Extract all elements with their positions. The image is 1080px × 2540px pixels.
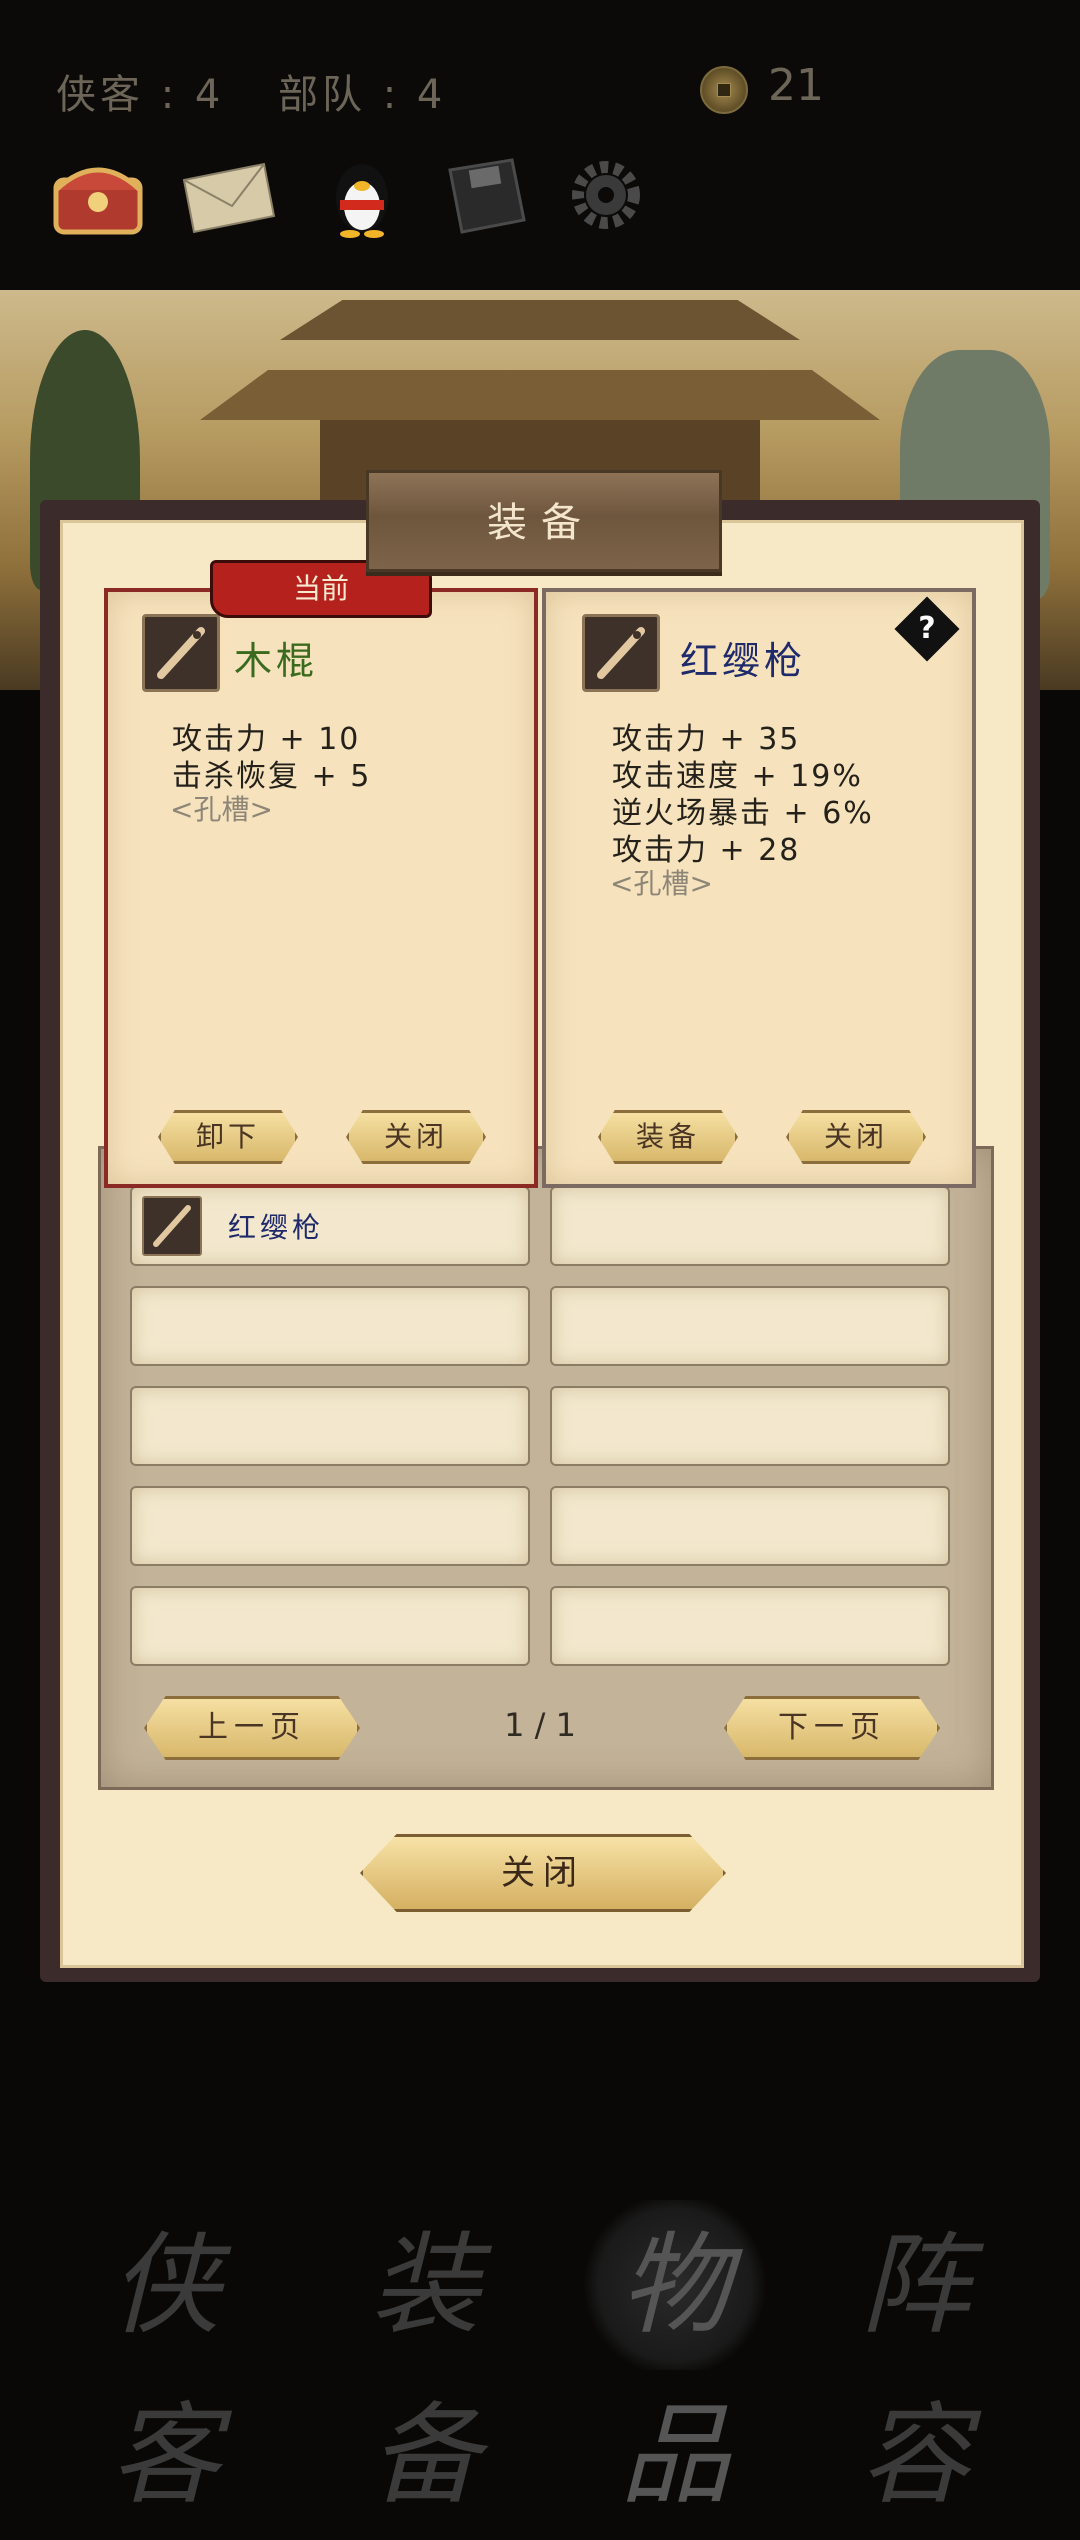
page-indicator: 1 / 1: [504, 1706, 576, 1744]
inventory-slot[interactable]: [550, 1586, 950, 1666]
inventory-slot[interactable]: [550, 1186, 950, 1266]
nav-heroes[interactable]: 侠客: [70, 2200, 260, 2519]
settings-gear-icon[interactable]: [556, 150, 656, 240]
nav-equipment[interactable]: 装备: [330, 2200, 520, 2519]
save-disk-icon[interactable]: [436, 150, 536, 240]
prev-page-button[interactable]: 上一页: [144, 1696, 360, 1760]
top-status-bar: [0, 0, 1080, 290]
spear-icon: [582, 614, 660, 692]
mail-icon[interactable]: [178, 150, 278, 240]
inventory-slot[interactable]: [550, 1386, 950, 1466]
coin-count: 21: [768, 60, 824, 111]
heroes-count: 侠客 : 4: [56, 72, 225, 118]
inventory-slot[interactable]: [550, 1286, 950, 1366]
current-item-name: 木棍: [234, 639, 319, 683]
selected-close-button[interactable]: 关闭: [786, 1110, 926, 1164]
inventory-slot[interactable]: [130, 1486, 530, 1566]
inventory-slot[interactable]: [130, 1586, 530, 1666]
nav-items[interactable]: 物品: [580, 2200, 770, 2519]
spear-icon: [142, 1196, 202, 1256]
troops-count: 部队 : 4: [278, 72, 447, 118]
inventory-slot[interactable]: [550, 1486, 950, 1566]
unequip-button[interactable]: 卸下: [158, 1110, 298, 1164]
treasure-chest-icon[interactable]: [48, 150, 148, 240]
inventory-slot[interactable]: [130, 1286, 530, 1366]
coin-icon: [700, 66, 748, 114]
close-dialog-button[interactable]: 关闭: [360, 1834, 726, 1912]
equip-button[interactable]: 装备: [598, 1110, 738, 1164]
nav-formation[interactable]: 阵容: [820, 2200, 1010, 2519]
dialog-title: 装备: [487, 500, 595, 546]
inventory-slot-label: 红缨枪: [228, 1211, 325, 1244]
wooden-staff-icon: [142, 614, 220, 692]
qq-penguin-icon[interactable]: [312, 150, 412, 240]
help-mark: ?: [918, 611, 936, 646]
current-close-button[interactable]: 关闭: [346, 1110, 486, 1164]
selected-socket: <孔槽>: [610, 867, 713, 900]
selected-item-name: 红缨枪: [680, 639, 807, 683]
current-socket: <孔槽>: [170, 793, 273, 826]
inventory-slot[interactable]: [130, 1386, 530, 1466]
next-page-button[interactable]: 下一页: [724, 1696, 940, 1760]
inventory-slot[interactable]: 红缨枪: [130, 1186, 530, 1266]
